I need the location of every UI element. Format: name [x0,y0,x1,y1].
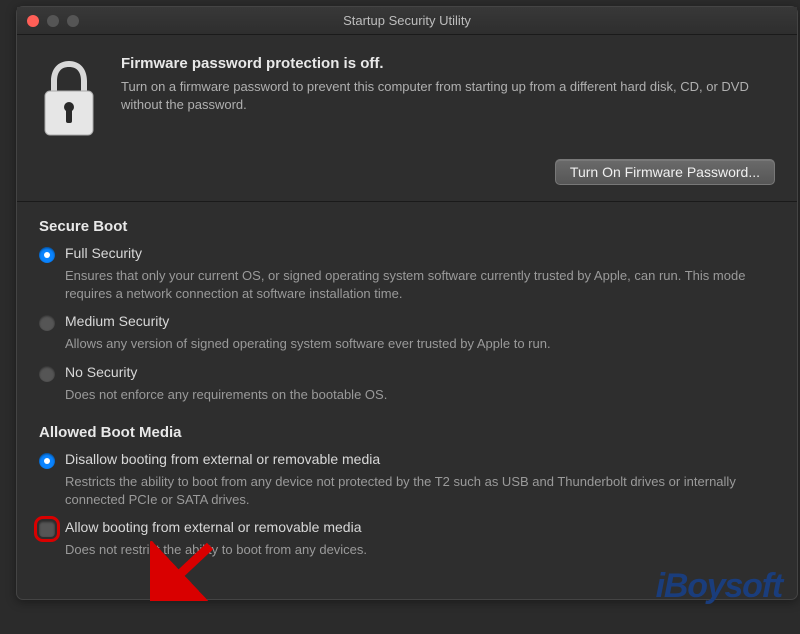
radio-allow-external[interactable]: Allow booting from external or removable… [39,519,775,537]
radio-disallow-external[interactable]: Disallow booting from external or remova… [39,451,775,469]
radio-description: Ensures that only your current OS, or si… [65,267,775,303]
radio-button-icon [39,521,55,537]
titlebar: Startup Security Utility [17,7,797,35]
radio-label: Medium Security [65,313,169,329]
turn-on-firmware-password-button[interactable]: Turn On Firmware Password... [555,159,775,185]
app-window: Startup Security Utility Firmware passwo… [16,6,798,600]
firmware-description: Turn on a firmware password to prevent t… [121,78,775,114]
boot-media-heading: Allowed Boot Media [39,424,775,441]
radio-description: Allows any version of signed operating s… [65,335,775,353]
content-area: Firmware password protection is off. Tur… [17,35,797,599]
firmware-text: Firmware password protection is off. Tur… [121,55,775,114]
radio-label: Full Security [65,245,142,261]
firmware-heading: Firmware password protection is off. [121,55,775,72]
divider [17,201,797,202]
firmware-button-row: Turn On Firmware Password... [39,159,775,185]
secure-boot-heading: Secure Boot [39,218,775,235]
radio-label: Disallow booting from external or remova… [65,451,380,467]
radio-button-icon [39,453,55,469]
window-title: Startup Security Utility [17,13,797,28]
radio-button-icon [39,247,55,263]
radio-button-icon [39,315,55,331]
firmware-section: Firmware password protection is off. Tur… [39,55,775,141]
radio-description: Restricts the ability to boot from any d… [65,473,775,509]
radio-label: No Security [65,364,137,380]
radio-description: Does not restrict the ability to boot fr… [65,541,775,559]
radio-full-security[interactable]: Full Security [39,245,775,263]
radio-button-icon [39,366,55,382]
boot-media-group: Disallow booting from external or remova… [39,451,775,560]
radio-no-security[interactable]: No Security [39,364,775,382]
radio-medium-security[interactable]: Medium Security [39,313,775,331]
secure-boot-group: Full Security Ensures that only your cur… [39,245,775,404]
radio-description: Does not enforce any requirements on the… [65,386,775,404]
lock-icon [39,55,99,141]
radio-label: Allow booting from external or removable… [65,519,361,535]
